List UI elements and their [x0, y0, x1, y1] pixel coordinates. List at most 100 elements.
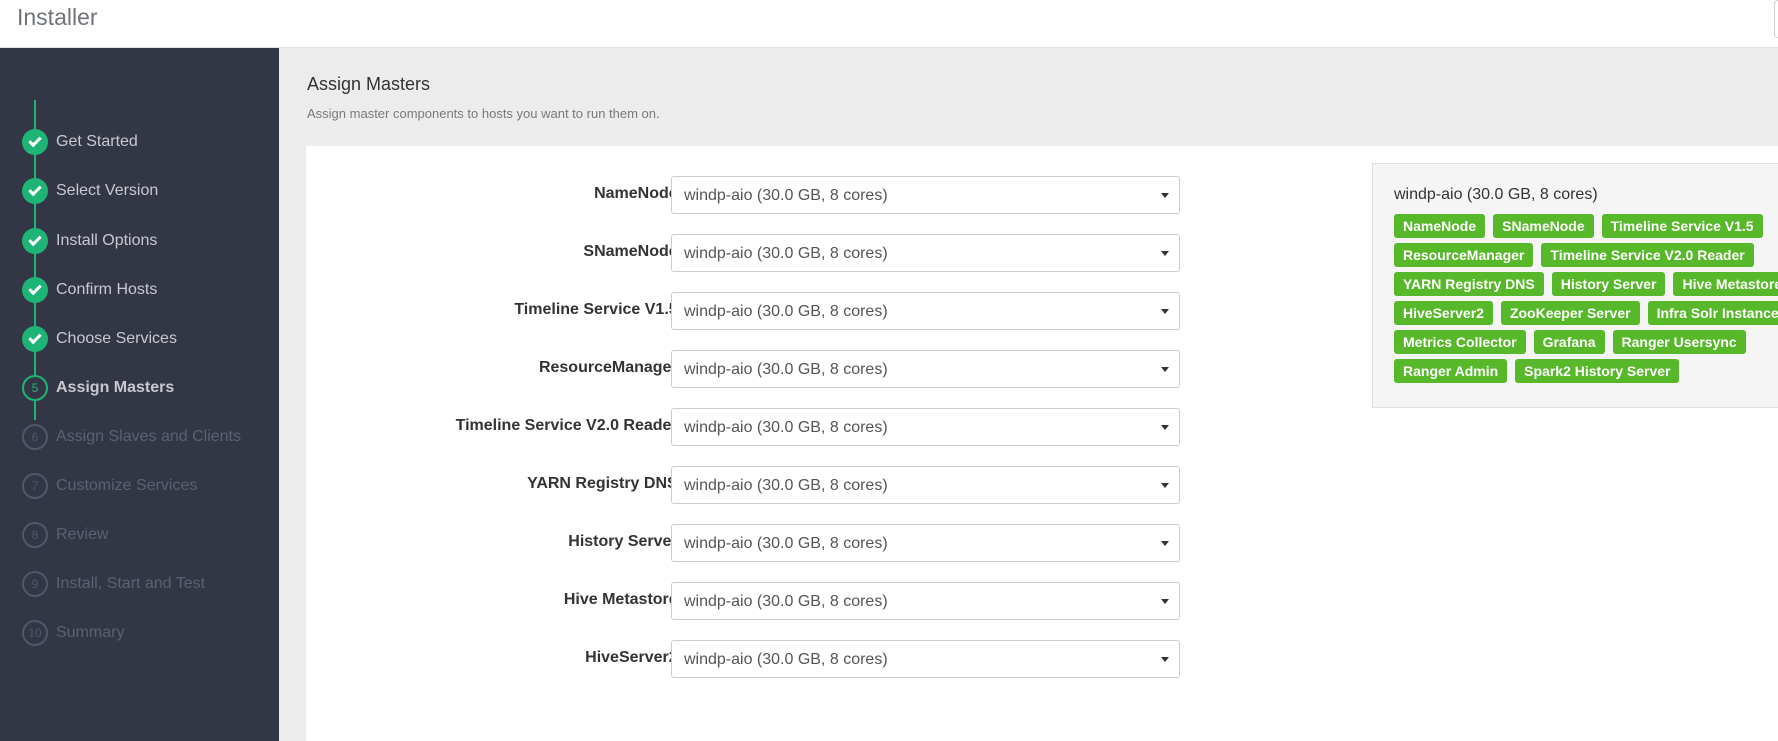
master-assignment-row: Timeline Service V2.0 Reader: windp-aio (…: [306, 408, 1206, 446]
wizard-step[interactable]: Confirm Hosts: [0, 275, 279, 305]
wizard-step-label: Summary: [56, 624, 125, 641]
component-tag: ResourceManager: [1394, 243, 1534, 267]
wizard-step-label: Install Options: [56, 232, 158, 249]
check-icon: [22, 326, 48, 352]
wizard-step-label: Assign Slaves and Clients: [56, 428, 241, 445]
wizard-step[interactable]: Choose Services: [0, 324, 279, 354]
host-select[interactable]: windp-aio (30.0 GB, 8 cores): [671, 350, 1180, 388]
host-select-value: windp-aio (30.0 GB, 8 cores): [684, 651, 888, 668]
wizard-step-label: Get Started: [56, 133, 138, 150]
host-select[interactable]: windp-aio (30.0 GB, 8 cores): [671, 524, 1180, 562]
host-select-value: windp-aio (30.0 GB, 8 cores): [684, 419, 888, 436]
component-label: ResourceManager:: [538, 359, 683, 376]
master-assignment-row: Timeline Service V1.5: windp-aio (30.0 GB…: [306, 292, 1206, 330]
wizard-step-label: Select Version: [56, 182, 159, 199]
component-label: HiveServer2:: [585, 649, 683, 666]
wizard-step-label: Install, Start and Test: [56, 575, 206, 592]
page-title: Assign Masters: [307, 74, 431, 94]
master-assignment-row: Hive Metastore: windp-aio (30.0 GB, 8 cor…: [306, 582, 1206, 620]
caret-down-icon: [1161, 425, 1169, 430]
wizard-step: 6 Assign Slaves and Clients: [0, 422, 279, 452]
component-label: Hive Metastore:: [563, 591, 683, 608]
wizard-step[interactable]: Get Started: [0, 127, 279, 157]
master-assignment-row: ResourceManager: windp-aio (30.0 GB, 8 co…: [306, 350, 1206, 388]
wizard-step: 7 Customize Services: [0, 471, 279, 501]
host-select-value: windp-aio (30.0 GB, 8 cores): [684, 245, 888, 262]
master-assignment-row: SNameNode: windp-aio (30.0 GB, 8 cores): [306, 234, 1206, 272]
step-number: 7: [22, 473, 48, 499]
step-number: 10: [22, 620, 48, 646]
component-label: YARN Registry DNS:: [527, 475, 683, 492]
component-tag: Spark2 History Server: [1515, 359, 1680, 383]
component-tag: Timeline Service V1.5: [1601, 214, 1763, 238]
master-assignment-row: History Server: windp-aio (30.0 GB, 8 cor…: [306, 524, 1206, 562]
master-assignment-row: HiveServer2: windp-aio (30.0 GB, 8 cores): [306, 640, 1206, 678]
component-tag: ZooKeeper Server: [1500, 301, 1640, 325]
check-icon: [22, 277, 48, 303]
tag-row: HiveServer2 ZooKeeper Server Infra Solr In…: [1394, 301, 1778, 325]
component-label: NameNode:: [594, 185, 683, 202]
component-label: Timeline Service V1.5:: [514, 301, 683, 318]
component-tag: Grafana: [1533, 330, 1605, 354]
tag-row: Metrics Collector Grafana Ranger Usersync: [1394, 330, 1754, 354]
component-tag: Metrics Collector: [1394, 330, 1526, 354]
component-label: SNameNode:: [583, 243, 683, 260]
host-select[interactable]: windp-aio (30.0 GB, 8 cores): [671, 466, 1180, 504]
wizard-step-label: Choose Services: [56, 330, 177, 347]
page-subtitle: Assign master components to hosts you wa…: [307, 106, 660, 121]
component-tag: Timeline Service V2.0 Reader: [1541, 243, 1754, 267]
host-select-value: windp-aio (30.0 GB, 8 cores): [684, 361, 888, 378]
host-select-value: windp-aio (30.0 GB, 8 cores): [684, 303, 888, 320]
step-number: 8: [22, 522, 48, 548]
caret-down-icon: [1161, 251, 1169, 256]
host-select[interactable]: windp-aio (30.0 GB, 8 cores): [671, 582, 1180, 620]
wizard-step-label: Assign Masters: [56, 379, 175, 396]
app-title: Installer: [17, 4, 98, 30]
check-icon: [22, 129, 48, 155]
component-label: History Server:: [568, 533, 683, 550]
component-tag: YARN Registry DNS: [1394, 272, 1544, 296]
host-select-value: windp-aio (30.0 GB, 8 cores): [684, 535, 888, 552]
component-tag: Ranger Usersync: [1612, 330, 1746, 354]
caret-down-icon: [1161, 483, 1169, 488]
check-icon: [22, 228, 48, 254]
component-tag: NameNode: [1394, 214, 1486, 238]
host-select[interactable]: windp-aio (30.0 GB, 8 cores): [671, 640, 1180, 678]
host-select-value: windp-aio (30.0 GB, 8 cores): [684, 477, 888, 494]
caret-down-icon: [1161, 657, 1169, 662]
wizard-step-label: Review: [56, 526, 109, 543]
master-assignment-row: NameNode: windp-aio (30.0 GB, 8 cores): [306, 176, 1206, 214]
component-tag: Infra Solr Instance: [1647, 301, 1778, 325]
host-select[interactable]: windp-aio (30.0 GB, 8 cores): [671, 408, 1180, 446]
component-tag: SNameNode: [1493, 214, 1594, 238]
wizard-step[interactable]: Select Version: [0, 176, 279, 206]
component-tag: History Server: [1551, 272, 1666, 296]
master-assignment-row: YARN Registry DNS: windp-aio (30.0 GB, 8 …: [306, 466, 1206, 504]
host-select[interactable]: windp-aio (30.0 GB, 8 cores): [671, 292, 1180, 330]
tag-row: Ranger Admin Spark2 History Server: [1394, 359, 1687, 383]
step-number: 9: [22, 571, 48, 597]
wizard-step: 9 Install, Start and Test: [0, 569, 279, 599]
caret-down-icon: [1161, 599, 1169, 604]
host-summary: windp-aio (30.0 GB, 8 cores) NameNode SNa…: [1372, 163, 1778, 408]
wizard-step: 10 Summary: [0, 618, 279, 648]
wizard-step[interactable]: Install Options: [0, 226, 279, 256]
wizard-step[interactable]: 5 Assign Masters: [0, 373, 279, 403]
component-tag: Hive Metastore: [1673, 272, 1778, 296]
top-header: Installer: [0, 0, 1778, 48]
host-select-value: windp-aio (30.0 GB, 8 cores): [684, 187, 888, 204]
header-edge-button[interactable]: [1774, 0, 1778, 38]
wizard-step-label: Confirm Hosts: [56, 281, 158, 298]
host-select-value: windp-aio (30.0 GB, 8 cores): [684, 593, 888, 610]
wizard-step-label: Customize Services: [56, 477, 198, 494]
host-select[interactable]: windp-aio (30.0 GB, 8 cores): [671, 176, 1180, 214]
step-number: 5: [22, 375, 48, 401]
component-label: Timeline Service V2.0 Reader:: [455, 417, 683, 434]
component-tag: Ranger Admin: [1394, 359, 1508, 383]
tag-row: ResourceManager Timeline Service V2.0 Rea…: [1394, 243, 1762, 267]
wizard-step: 8 Review: [0, 520, 279, 550]
host-select[interactable]: windp-aio (30.0 GB, 8 cores): [671, 234, 1180, 272]
caret-down-icon: [1161, 541, 1169, 546]
wizard-sidebar: Get Started Select Version Install Options…: [0, 48, 279, 741]
caret-down-icon: [1161, 367, 1169, 372]
